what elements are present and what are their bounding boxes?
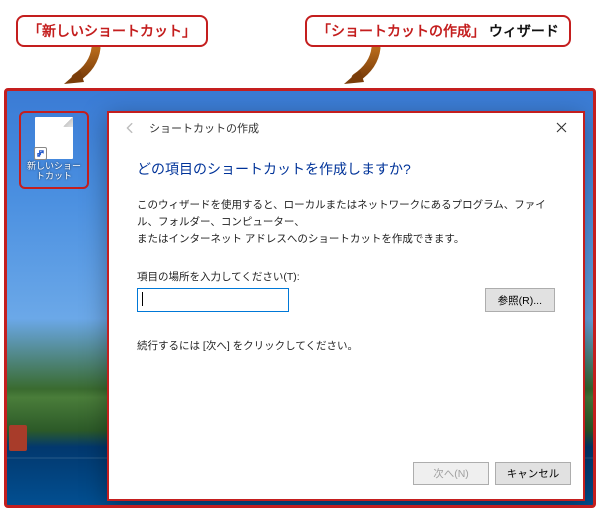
desktop-shortcut-highlight: 新しいショートカット: [19, 111, 89, 189]
back-arrow-icon: [119, 117, 141, 139]
browse-button[interactable]: 参照(R)...: [485, 288, 555, 312]
wizard-footer: 次へ(N) キャンセル: [109, 457, 583, 499]
blank-file-icon: [35, 117, 73, 159]
callout-right: 「ショートカットの作成」 ウィザード: [305, 15, 571, 47]
location-field-label: 項目の場所を入力してください(T):: [137, 269, 555, 284]
wizard-titlebar[interactable]: ショートカットの作成: [109, 113, 583, 143]
wizard-hint: 続行するには [次へ] をクリックしてください。: [137, 338, 555, 353]
close-icon: [556, 122, 567, 133]
text-caret: [142, 292, 143, 306]
wizard-title: ショートカットの作成: [149, 120, 259, 136]
arrow-left-icon: [50, 44, 110, 94]
shortcut-overlay-icon: [34, 147, 47, 160]
desktop-shortcut-label: 新しいショートカット: [23, 161, 85, 183]
scenery-structure: [9, 425, 27, 451]
close-button[interactable]: [543, 116, 579, 138]
wizard-heading: どの項目のショートカットを作成しますか?: [137, 159, 555, 179]
wizard-description: このウィザードを使用すると、ローカルまたはネットワークにあるプログラム、ファイル…: [137, 197, 555, 247]
wizard-body: どの項目のショートカットを作成しますか? このウィザードを使用すると、ローカルま…: [109, 143, 583, 457]
desktop: 新しいショートカット ショートカットの作成 どの項目のショートカットを作成します…: [4, 88, 596, 508]
desktop-shortcut[interactable]: 新しいショートカット: [19, 111, 89, 189]
location-input[interactable]: [137, 288, 289, 312]
location-input-wrap: [137, 288, 477, 312]
callout-right-suffix: ウィザード: [485, 23, 559, 39]
arrow-right-icon: [330, 44, 390, 94]
callout-right-red: 「ショートカットの作成」: [317, 23, 485, 39]
wizard-description-line2: またはインターネット アドレスへのショートカットを作成できます。: [137, 233, 464, 245]
next-button[interactable]: 次へ(N): [413, 462, 489, 485]
location-field-row: 参照(R)...: [137, 288, 555, 312]
callout-left-text: 「新しいショートカット」: [28, 23, 196, 39]
create-shortcut-wizard: ショートカットの作成 どの項目のショートカットを作成しますか? このウィザードを…: [107, 111, 585, 501]
cancel-button[interactable]: キャンセル: [495, 462, 571, 485]
callout-left: 「新しいショートカット」: [16, 15, 208, 47]
wizard-description-line1: このウィザードを使用すると、ローカルまたはネットワークにあるプログラム、ファイル…: [137, 199, 546, 228]
